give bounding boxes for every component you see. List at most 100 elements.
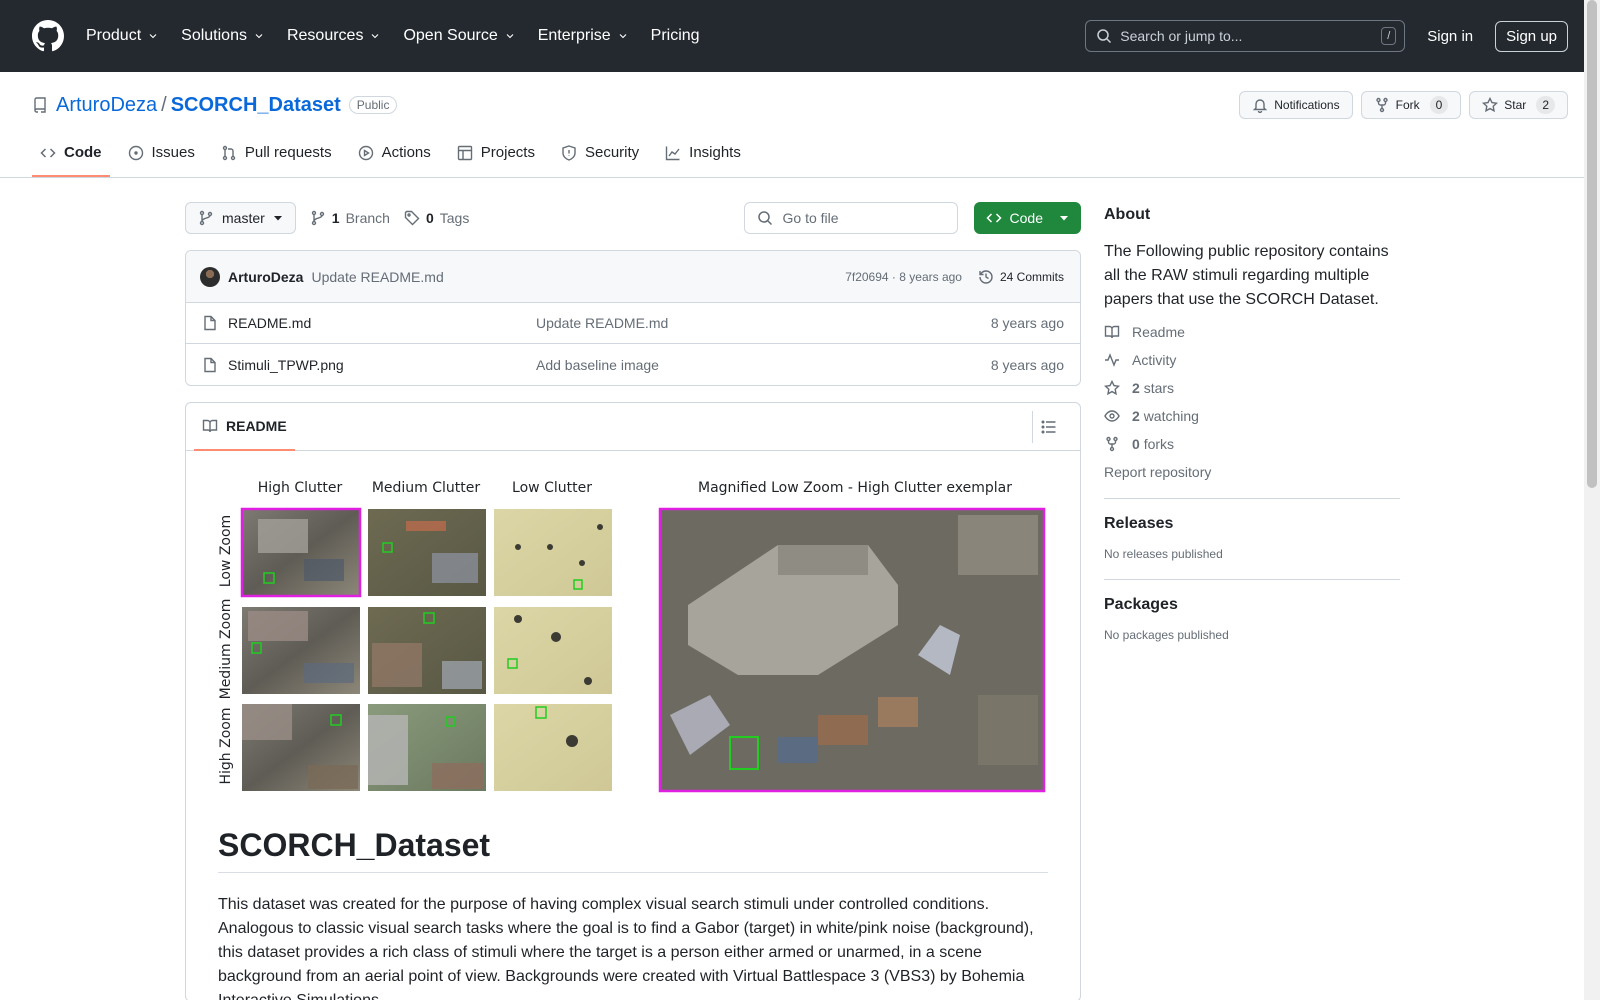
readme-panel: README High Clutter Medium Clutter Low C… xyxy=(185,402,1081,1000)
file-commit-message[interactable]: Add baseline image xyxy=(536,357,991,373)
global-search-input[interactable]: Search or jump to... / xyxy=(1085,20,1406,52)
packages-title[interactable]: Packages xyxy=(1104,596,1400,614)
sign-in-link[interactable]: Sign in xyxy=(1427,28,1473,45)
about-description: The Following public repository contains… xyxy=(1104,243,1389,308)
thumb-high-zoom-high-clutter xyxy=(242,704,360,791)
tags-link[interactable]: 0 Tags xyxy=(404,210,469,226)
tab-code[interactable]: Code xyxy=(32,144,110,177)
branch-icon xyxy=(199,210,213,226)
file-name-link[interactable]: README.md xyxy=(202,315,536,331)
tab-projects[interactable]: Projects xyxy=(449,144,543,177)
github-logo-icon[interactable] xyxy=(32,20,64,52)
branches-link[interactable]: 1 Branch xyxy=(310,210,390,226)
figure-row-label: Low Zoom xyxy=(218,515,234,587)
avatar[interactable] xyxy=(200,266,220,287)
go-to-file-input[interactable]: Go to file xyxy=(743,202,958,234)
commit-message-link[interactable]: Update README.md xyxy=(311,269,443,285)
commit-meta: 7f20694 · 8 years ago 24 Commits xyxy=(845,269,1064,285)
star-count: 2 xyxy=(1536,96,1555,114)
tab-security[interactable]: Security xyxy=(553,144,647,177)
readme-title: SCORCH_Dataset xyxy=(218,827,1048,873)
watching-link[interactable]: 2 watching xyxy=(1104,408,1400,424)
bell-icon xyxy=(1253,99,1268,113)
activity-link[interactable]: Activity xyxy=(1104,352,1400,368)
divider xyxy=(1104,498,1400,499)
nav-enterprise[interactable]: Enterprise xyxy=(538,27,629,45)
header-right: Search or jump to... / Sign in Sign up xyxy=(1085,20,1568,52)
readme-link[interactable]: Readme xyxy=(1104,324,1400,340)
tab-pull-requests[interactable]: Pull requests xyxy=(213,144,340,177)
readme-body: High Clutter Medium Clutter Low Clutter … xyxy=(186,451,1080,1000)
notifications-button[interactable]: Notifications xyxy=(1239,91,1353,119)
nav-open-source[interactable]: Open Source xyxy=(403,27,515,45)
thumb-medium-zoom-high-clutter xyxy=(242,607,360,694)
watching-text: 2 watching xyxy=(1132,408,1199,424)
branch-label: Branch xyxy=(345,210,390,226)
code-button-label: Code xyxy=(1009,210,1043,226)
history-icon xyxy=(979,269,993,284)
table-icon xyxy=(457,145,472,160)
sign-up-button[interactable]: Sign up xyxy=(1495,20,1568,52)
pull-request-icon xyxy=(222,145,236,160)
table-row[interactable]: README.md Update README.md 8 years ago xyxy=(186,303,1080,344)
page-scrollbar[interactable] xyxy=(1584,0,1600,1000)
nav-label: Product xyxy=(86,27,142,44)
star-button[interactable]: Star 2 xyxy=(1469,91,1568,119)
readme-tab[interactable]: README xyxy=(194,403,295,451)
nav-label: Open Source xyxy=(403,27,498,44)
tab-insights[interactable]: Insights xyxy=(657,144,749,177)
graph-icon xyxy=(665,146,680,160)
forks-link[interactable]: 0 forks xyxy=(1104,436,1400,452)
tab-issues[interactable]: Issues xyxy=(120,144,203,177)
nav-resources[interactable]: Resources xyxy=(287,27,381,45)
report-repository-link[interactable]: Report repository xyxy=(1104,464,1400,480)
releases-title[interactable]: Releases xyxy=(1104,515,1400,533)
stars-link[interactable]: 2 stars xyxy=(1104,380,1400,396)
nav-solutions[interactable]: Solutions xyxy=(181,27,265,45)
commits-history-link[interactable]: 24 Commits xyxy=(978,269,1064,285)
search-icon xyxy=(757,211,772,226)
repo-name-link[interactable]: SCORCH_Dataset xyxy=(171,94,341,117)
stars-count: 2 xyxy=(1132,380,1140,396)
caret-down-icon xyxy=(273,216,282,221)
outline-button[interactable] xyxy=(1032,410,1064,443)
chevron-down-icon xyxy=(506,34,514,39)
file-age: 8 years ago xyxy=(990,356,1064,373)
tab-label: Projects xyxy=(480,144,535,161)
thumb-low-zoom-medium-clutter xyxy=(368,509,486,596)
scrollbar-thumb[interactable] xyxy=(1587,0,1597,488)
figure-col-label: Medium Clutter xyxy=(372,480,481,496)
nav-label: Resources xyxy=(286,27,364,44)
commit-hash-age[interactable]: 7f20694 · 8 years ago xyxy=(845,270,962,284)
readme-header: README xyxy=(186,403,1080,451)
code-icon xyxy=(40,147,56,158)
branch-icon xyxy=(311,210,324,226)
table-row[interactable]: Stimuli_TPWP.png Add baseline image 8 ye… xyxy=(186,344,1080,385)
file-name: README.md xyxy=(228,315,312,331)
repo-owner-link[interactable]: ArturoDeza xyxy=(56,94,157,117)
main-column: master 1 Branch 0 Tags Go to file Code A… xyxy=(185,202,1081,1000)
releases-empty: No releases published xyxy=(1104,547,1223,561)
commit-author-link[interactable]: ArturoDeza xyxy=(228,269,303,285)
figure-row-label: High Zoom xyxy=(218,708,234,785)
nav-pricing[interactable]: Pricing xyxy=(651,27,700,45)
branch-selector[interactable]: master xyxy=(185,202,296,234)
thumb-low-zoom-high-clutter xyxy=(240,507,362,598)
tab-actions[interactable]: Actions xyxy=(350,144,439,177)
figure-magnified-label: Magnified Low Zoom - High Clutter exempl… xyxy=(698,480,1012,496)
repo-header: ArturoDeza / SCORCH_Dataset Public Notif… xyxy=(0,72,1600,178)
book-icon xyxy=(202,419,218,432)
file-commit-message[interactable]: Update README.md xyxy=(536,315,991,331)
file-name-link[interactable]: Stimuli_TPWP.png xyxy=(202,357,536,373)
code-icon xyxy=(985,213,1002,223)
divider xyxy=(1104,579,1400,580)
code-dropdown-button[interactable]: Code xyxy=(973,202,1081,234)
fork-button[interactable]: Fork 0 xyxy=(1360,91,1462,119)
branch-name: master xyxy=(222,210,265,226)
caret-down-icon xyxy=(1060,216,1068,221)
nav-product[interactable]: Product xyxy=(86,27,159,45)
chevron-down-icon xyxy=(619,34,627,39)
magnified-exemplar-image xyxy=(658,507,1046,793)
tab-label: Security xyxy=(584,144,640,161)
nav-label: Enterprise xyxy=(537,27,611,44)
